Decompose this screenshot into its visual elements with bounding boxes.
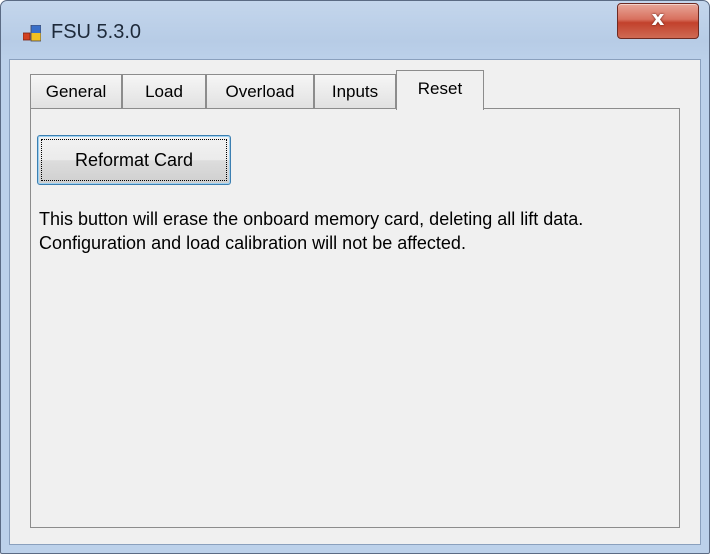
app-window: FSU 5.3.0 x General Load Overload Inputs…: [0, 0, 710, 554]
client-area: General Load Overload Inputs Reset Refor…: [9, 59, 701, 545]
close-button[interactable]: x: [617, 3, 699, 39]
reformat-card-button[interactable]: Reformat Card: [37, 135, 231, 185]
close-icon: x: [651, 6, 665, 30]
reset-tab-panel: Reformat Card This button will erase the…: [30, 108, 680, 528]
window-title: FSU 5.3.0: [51, 21, 142, 43]
tab-overload[interactable]: Overload: [206, 74, 314, 108]
reformat-card-label: Reformat Card: [74, 150, 194, 170]
description-line-2: Configuration and load calibration will …: [39, 233, 466, 253]
title-bar[interactable]: FSU 5.3.0 x: [1, 1, 709, 61]
tab-general[interactable]: General: [30, 74, 122, 108]
application-icon: [22, 24, 42, 43]
tab-load[interactable]: Load: [122, 74, 206, 108]
tab-inputs[interactable]: Inputs: [314, 74, 396, 108]
tab-reset[interactable]: Reset: [396, 70, 484, 110]
reset-description: This button will erase the onboard memor…: [39, 207, 679, 255]
description-line-1: This button will erase the onboard memor…: [39, 209, 584, 229]
